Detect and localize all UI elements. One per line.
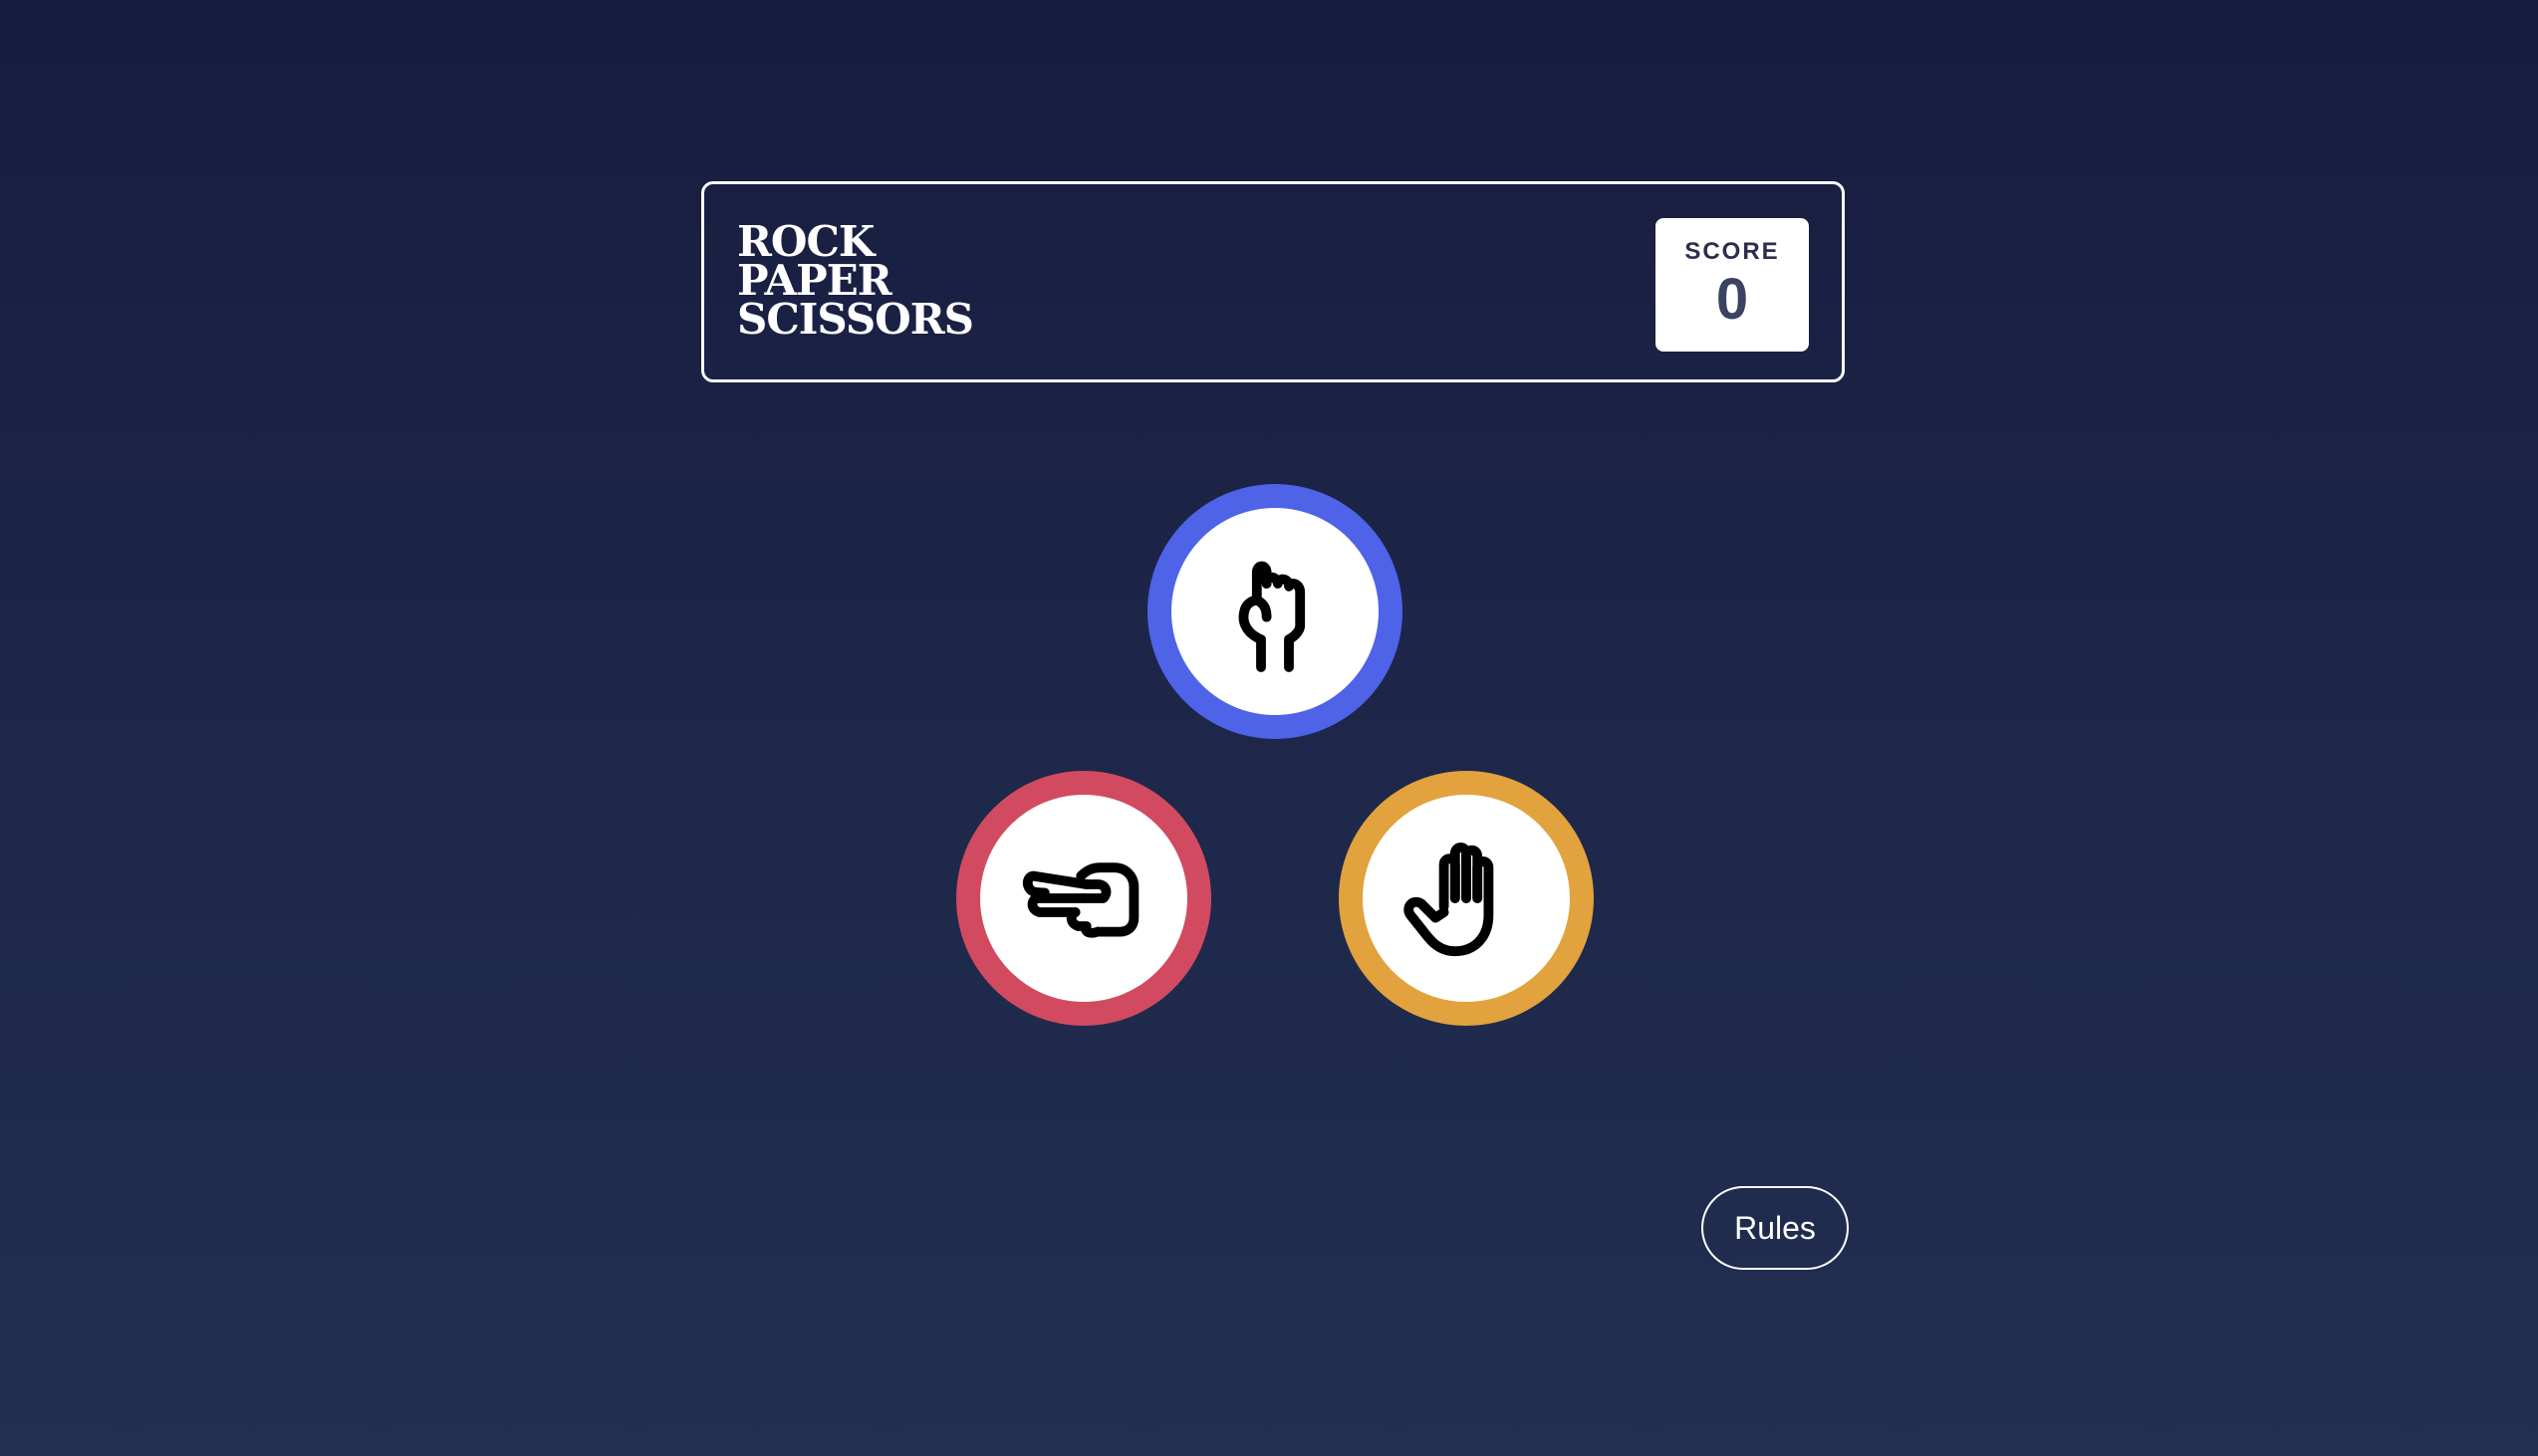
rock-choice-button[interactable] [1147, 484, 1402, 739]
game-screen: Rock Paper Scissors SCORE 0 [0, 0, 2538, 1456]
rock-hand-icon [1238, 561, 1306, 672]
score-header: Rock Paper Scissors SCORE 0 [701, 181, 1845, 382]
game-logo: Rock Paper Scissors [737, 221, 974, 344]
scissors-choice-face [980, 795, 1187, 1002]
score-label: SCORE [1684, 238, 1780, 265]
rock-choice-face [1171, 508, 1379, 715]
score-value: 0 [1715, 267, 1749, 332]
paper-hand-icon [1403, 843, 1494, 957]
scissors-hand-icon [1022, 862, 1140, 938]
logo-line-scissors: Scissors [737, 295, 974, 344]
scissors-choice-button[interactable] [956, 771, 1211, 1026]
rules-button[interactable]: Rules [1701, 1186, 1849, 1270]
paper-choice-face [1363, 795, 1570, 1002]
paper-choice-button[interactable] [1339, 771, 1594, 1026]
score-box: SCORE 0 [1655, 218, 1809, 352]
